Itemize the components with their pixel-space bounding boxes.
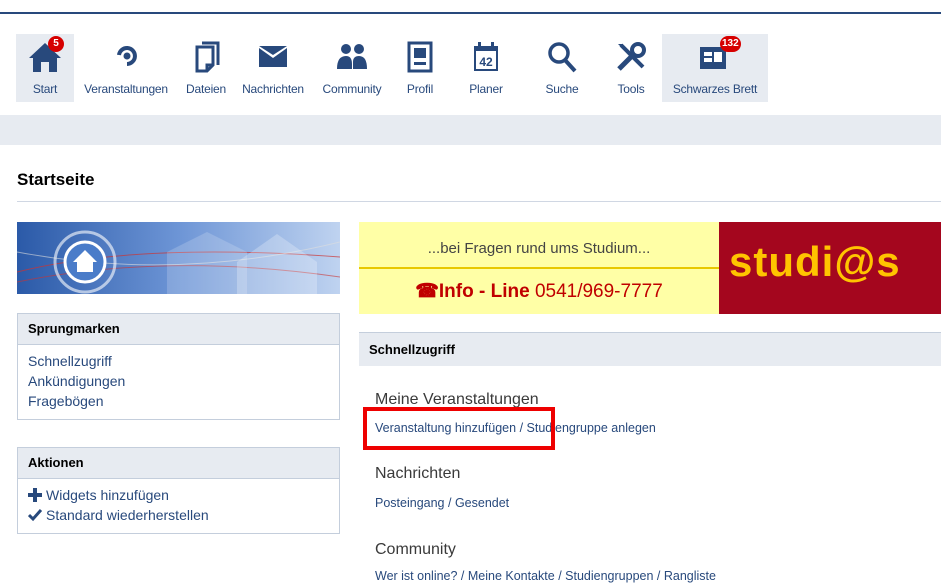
jump-marks-title: Sprungmarken bbox=[18, 314, 339, 345]
main-navigation: 5 Start Veranstaltungen Dateien Nachrich… bbox=[0, 16, 941, 108]
nav-community[interactable]: Community bbox=[312, 34, 392, 102]
nav-suche[interactable]: Suche bbox=[524, 34, 600, 102]
nav-schwarzes-brett[interactable]: 132 Schwarzes Brett bbox=[662, 34, 768, 102]
top-bar bbox=[0, 0, 941, 14]
section-links-nachrichten: Posteingang / Gesendet bbox=[375, 496, 510, 510]
who-is-online-link[interactable]: Wer ist online? bbox=[375, 569, 457, 583]
nav-dateien[interactable]: Dateien bbox=[178, 34, 234, 102]
nav-items: 5 Start Veranstaltungen Dateien Nachrich… bbox=[16, 34, 768, 102]
ad-divider bbox=[359, 267, 719, 269]
actions-box: Aktionen Widgets hinzufügen Standard wie… bbox=[17, 447, 340, 534]
ad-info-line: ☎Info - Line 0541/969-7777 bbox=[359, 280, 719, 303]
checkmark-icon bbox=[28, 509, 42, 522]
start-badge: 5 bbox=[48, 36, 64, 52]
ad-logo-panel: studi@s bbox=[719, 222, 941, 314]
jump-link-schnellzugriff[interactable]: Schnellzugriff bbox=[28, 351, 329, 371]
community-icon bbox=[333, 38, 371, 76]
plus-icon bbox=[28, 488, 42, 502]
section-title-nachrichten: Nachrichten bbox=[375, 465, 461, 482]
ad-info-panel: ...bei Fragen rund ums Studium... ☎Info … bbox=[359, 222, 719, 314]
studios-ad-banner[interactable]: ...bei Fragen rund ums Studium... ☎Info … bbox=[359, 222, 941, 314]
ad-info-label: Info - Line bbox=[438, 281, 530, 302]
nav-label: Nachrichten bbox=[242, 82, 304, 96]
study-groups-link[interactable]: Studiengruppen bbox=[565, 569, 653, 583]
studios-logo: studi@s bbox=[729, 238, 901, 285]
mail-icon bbox=[254, 38, 292, 76]
nav-profil[interactable]: Profil bbox=[392, 34, 448, 102]
ad-question: ...bei Fragen rund ums Studium... bbox=[427, 240, 651, 257]
nav-label: Profil bbox=[406, 82, 434, 96]
nav-label: Tools bbox=[617, 82, 645, 96]
add-widgets-action[interactable]: Widgets hinzufügen bbox=[28, 485, 329, 505]
nav-label: Suche bbox=[545, 82, 579, 96]
nav-label: Community bbox=[322, 82, 382, 96]
jump-marks-box: Sprungmarken Schnellzugriff Ankündigunge… bbox=[17, 313, 340, 420]
inbox-link[interactable]: Posteingang bbox=[375, 496, 445, 510]
calendar-date: 42 bbox=[479, 55, 493, 69]
quick-access-title: Schnellzugriff bbox=[359, 332, 941, 366]
phone-icon: ☎ bbox=[415, 281, 439, 302]
jump-link-ankuendigungen[interactable]: Ankündigungen bbox=[28, 371, 329, 391]
nav-tools[interactable]: Tools bbox=[600, 34, 662, 102]
sent-link[interactable]: Gesendet bbox=[455, 496, 509, 510]
nav-label: Veranstaltungen bbox=[84, 82, 168, 96]
restore-default-action[interactable]: Standard wiederherstellen bbox=[28, 505, 329, 525]
sub-navigation-bar bbox=[0, 115, 941, 145]
nav-label: Schwarzes Brett bbox=[672, 82, 758, 96]
nav-label: Dateien bbox=[186, 82, 226, 96]
highlight-box bbox=[363, 407, 555, 450]
ad-info-number: 0541/969-7777 bbox=[534, 281, 663, 302]
sidebar-banner-image bbox=[17, 222, 340, 294]
page-title: Startseite bbox=[17, 170, 95, 189]
tools-icon bbox=[612, 38, 650, 76]
nav-label: Planer bbox=[469, 82, 503, 96]
calendar-icon: 42 bbox=[467, 38, 505, 76]
nav-nachrichten[interactable]: Nachrichten bbox=[234, 34, 312, 102]
search-icon bbox=[543, 38, 581, 76]
nav-planer[interactable]: 42 Planer bbox=[448, 34, 524, 102]
title-divider bbox=[17, 201, 941, 202]
nav-start[interactable]: 5 Start bbox=[16, 34, 74, 102]
ranking-link[interactable]: Rangliste bbox=[664, 569, 716, 583]
restore-default-label: Standard wiederherstellen bbox=[46, 507, 209, 523]
my-contacts-link[interactable]: Meine Kontakte bbox=[468, 569, 555, 583]
brett-badge: 132 bbox=[720, 36, 741, 52]
add-widgets-label: Widgets hinzufügen bbox=[46, 487, 169, 503]
seminar-icon bbox=[107, 38, 145, 76]
profile-icon bbox=[401, 38, 439, 76]
actions-title: Aktionen bbox=[18, 448, 339, 479]
section-title-community: Community bbox=[375, 541, 456, 558]
section-links-community: Wer ist online? / Meine Kontakte / Studi… bbox=[375, 569, 716, 583]
jump-link-frageboegen[interactable]: Fragebögen bbox=[28, 391, 329, 411]
nav-label: Start bbox=[32, 82, 58, 96]
files-icon bbox=[187, 38, 225, 76]
nav-veranstaltungen[interactable]: Veranstaltungen bbox=[74, 34, 178, 102]
